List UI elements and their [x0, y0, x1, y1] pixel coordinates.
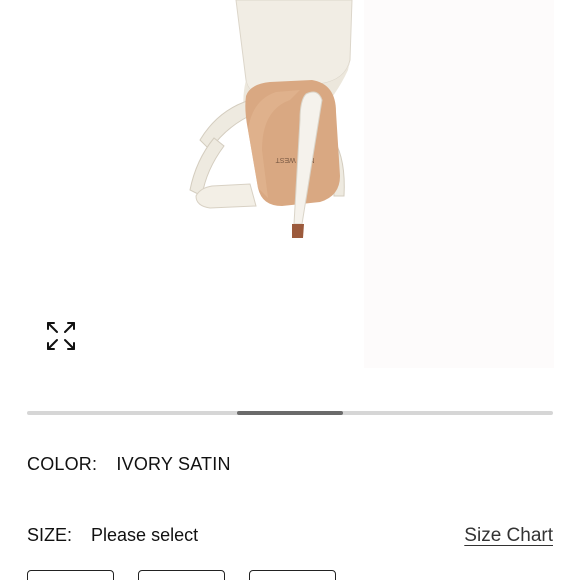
carousel-progress-thumb[interactable] — [237, 411, 343, 415]
expand-arrows-icon[interactable] — [43, 318, 79, 354]
color-value: IVORY SATIN — [116, 454, 231, 474]
product-image[interactable]: NINE WEST — [0, 0, 580, 390]
size-option[interactable] — [249, 570, 336, 580]
size-label: SIZE: — [27, 525, 73, 545]
color-label: COLOR: — [27, 454, 98, 474]
sandal-illustration: NINE WEST — [189, 0, 353, 238]
size-option[interactable] — [27, 570, 114, 580]
product-detail-page: NINE WEST COLOR: IVORY SATIN SIZE: Pleas… — [0, 0, 580, 580]
size-chart-link[interactable]: Size Chart — [464, 525, 553, 547]
size-value: Please select — [91, 525, 199, 545]
carousel-progress-track[interactable] — [27, 411, 553, 415]
size-option[interactable] — [138, 570, 225, 580]
color-selector: COLOR: IVORY SATIN — [27, 454, 231, 475]
size-selector: SIZE: Please select Size Chart — [27, 525, 553, 546]
